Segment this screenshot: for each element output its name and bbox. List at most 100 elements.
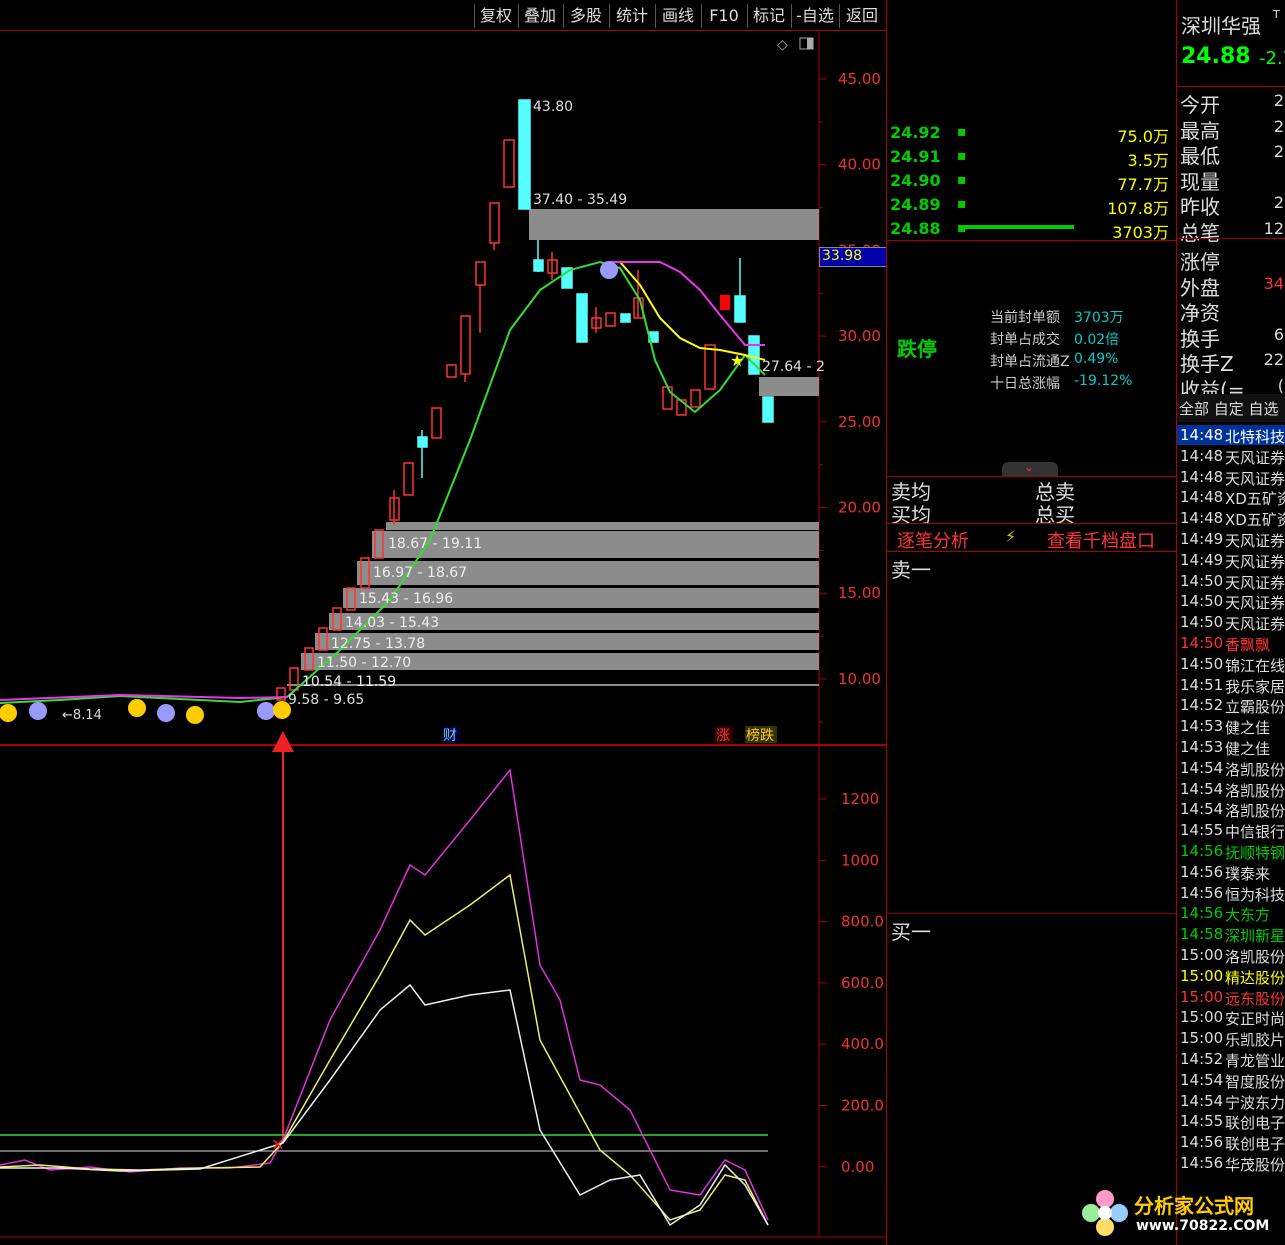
range-label: 12.75 - 13.78 [331, 636, 425, 652]
tape-time: 14:56 [1180, 842, 1224, 860]
tape-row[interactable]: 14:54 洛凯股份 [1177, 758, 1285, 779]
price-marker-label: 33.98 [822, 248, 863, 264]
tape-stock: 恒为科技 [1225, 885, 1285, 904]
indicator-axis-label: 600.0 [841, 974, 884, 992]
range-label: 10.54 - 11.59 [302, 674, 396, 690]
kline-chart[interactable]: ◇ 45.0040.0035.0030.0025.0020.0015.0010.… [0, 30, 886, 1245]
tape-row[interactable]: 14:48 XD五矿资 [1177, 508, 1285, 529]
tape-time: 14:56 [1180, 1154, 1224, 1172]
tape-row[interactable]: 14:53 健之佳 [1177, 716, 1285, 737]
tape-row[interactable]: 14:56 大东方 [1177, 903, 1285, 924]
tape-time: 14:50 [1180, 654, 1224, 673]
lightning-icon: ⚡ [1005, 527, 1017, 546]
signal-arrow-icon [272, 731, 294, 752]
candle-down [576, 293, 588, 343]
tape-row[interactable]: 14:50 锦江在线 [1177, 654, 1285, 675]
tape-time: 14:50 [1180, 634, 1224, 652]
price-axis-label: 30.00 [838, 327, 881, 345]
tape-row[interactable]: 14:53 健之佳 [1177, 737, 1285, 758]
toolbar-button-f10[interactable]: F10 [701, 4, 746, 28]
candle-down [518, 99, 531, 210]
tape-row[interactable]: 14:55 中信银行 [1177, 820, 1285, 841]
thousand-depth-link[interactable]: 查看千档盘口 [1047, 527, 1155, 553]
sad-face-icon [257, 702, 275, 720]
tape-row[interactable]: 14:48 XD五矿资 [1177, 487, 1285, 508]
tape-row[interactable]: 14:56 华茂股份 [1177, 1153, 1285, 1174]
diamond-icon[interactable]: ◇ [777, 37, 788, 53]
tape-row[interactable]: 14:56 璞泰来 [1177, 862, 1285, 883]
tape-time: 14:50 [1180, 592, 1224, 611]
toolbar-button-fuquan[interactable]: 复权 [474, 4, 517, 28]
watermark-name: 分析家公式网 [1134, 1194, 1254, 1218]
toolbar-button-multi[interactable]: 多股 [563, 4, 608, 28]
tape-row[interactable]: 14:50 天风证券 [1177, 591, 1285, 612]
indicator-axis-label: 1200 [841, 790, 879, 808]
tape-row[interactable]: 14:48 天风证券 [1177, 467, 1285, 488]
tape-row[interactable]: 14:56 抚顺特钢 [1177, 841, 1285, 862]
tape-row[interactable]: 14:54 洛凯股份 [1177, 779, 1285, 800]
toolbar-button-watchlist[interactable]: -自选 [791, 4, 838, 28]
star-icon: ★ [730, 351, 744, 370]
tape-stock: 洛凯股份 [1225, 948, 1285, 966]
tape-row[interactable]: 14:54 智度股份 [1177, 1070, 1285, 1091]
tape-row[interactable]: 14:50 香飘飘 [1177, 633, 1285, 654]
tape-row[interactable]: 14:49 天风证券 [1177, 529, 1285, 550]
candle-up [704, 344, 716, 390]
chart-toolbar: 复权 叠加 多股 统计 画线 F10 标记 -自选 返回 [0, 0, 886, 31]
tape-stock: 华茂股份 [1225, 1156, 1285, 1174]
tape-row[interactable]: 14:52 立霸股份 [1177, 695, 1285, 716]
chevron-down-icon: ⌄ [1024, 460, 1035, 474]
tape-row[interactable]: 15:00 乐凯胶片 [1177, 1028, 1285, 1049]
order-book-panel: 24.92 ▪ 75.0万 24.91 ▪ 3.5万 24.90 ▪ 77.7万 24.89 ▪ 10… [886, 0, 1177, 1245]
tape-row[interactable]: 14:48 天风证券 [1177, 446, 1285, 467]
tape-row[interactable]: 14:55 联创电子 [1177, 1111, 1285, 1132]
tape-stock: 璞泰来 [1225, 864, 1271, 883]
tape-stock: 天风证券 [1225, 552, 1285, 571]
dot-icon: ▪ [957, 196, 967, 212]
dot-icon: ▪ [957, 124, 967, 140]
candle-up [489, 202, 500, 244]
tape-row[interactable]: 14:50 天风证券 [1177, 612, 1285, 633]
stock-name: 深圳华强 [1181, 14, 1261, 38]
tape-row[interactable]: 15:00 安正时尚 [1177, 1007, 1285, 1029]
tape-time: 14:50 [1180, 571, 1224, 590]
tape-row[interactable]: 14:56 联创电子 [1177, 1132, 1285, 1153]
toolbar-button-stats[interactable]: 统计 [609, 4, 654, 28]
finance-marker-label: 财 [443, 728, 457, 744]
tape-row[interactable]: 14:48 北特科技 [1177, 425, 1285, 446]
toolbar-button-mark[interactable]: 标记 [747, 4, 790, 28]
candle-up [446, 364, 457, 378]
dot-icon: ▪ [957, 148, 967, 164]
tape-row[interactable]: 15:00 洛凯股份 [1177, 945, 1285, 966]
toolbar-button-back[interactable]: 返回 [839, 4, 884, 28]
tape-row[interactable]: 14:49 天风证券 [1177, 550, 1285, 571]
orderbook-volume: 107.8万 [1107, 199, 1169, 218]
tape-stock: 安正时尚 [1225, 1010, 1285, 1029]
price-axis-label: 45.00 [838, 70, 881, 88]
tape-time: 14:56 [1180, 1133, 1224, 1152]
tape-row[interactable]: 14:50 天风证券 [1177, 571, 1285, 592]
toolbar-button-draw[interactable]: 画线 [655, 4, 700, 28]
tape-row[interactable]: 15:00 精达股份 [1177, 966, 1285, 987]
tick-analysis-link[interactable]: 逐笔分析 [897, 527, 969, 553]
candle-up [289, 667, 299, 691]
orderbook-price: 24.91 [890, 147, 941, 166]
candle-up [662, 386, 673, 410]
limit-stat-value: 0.49% [1074, 351, 1119, 367]
tape-row[interactable]: 14:54 宁波东力 [1177, 1091, 1285, 1112]
toolbar-button-overlay[interactable]: 叠加 [518, 4, 561, 28]
tape-time: 14:54 [1180, 800, 1224, 819]
quote-field-value: ( [1277, 375, 1284, 395]
tape-time: 14:55 [1180, 821, 1224, 840]
tape-tabs[interactable]: 全部 自定 自选 [1179, 398, 1279, 419]
tape-stock: 天风证券 [1225, 532, 1285, 550]
buy1-label: 买一 [891, 920, 931, 944]
tape-row[interactable]: 14:52 青龙管业 [1177, 1049, 1285, 1070]
tape-row[interactable]: 14:54 洛凯股份 [1177, 799, 1285, 820]
tape-row[interactable]: 14:56 恒为科技 [1177, 883, 1285, 904]
collapse-handle[interactable]: ⌄ [1002, 460, 1058, 476]
range-label: 11.50 - 12.70 [317, 655, 411, 671]
tape-row[interactable]: 14:58 深圳新星 [1177, 924, 1285, 945]
tape-row[interactable]: 14:51 我乐家居 [1177, 675, 1285, 696]
tape-row[interactable]: 15:00 远东股份 [1177, 987, 1285, 1008]
